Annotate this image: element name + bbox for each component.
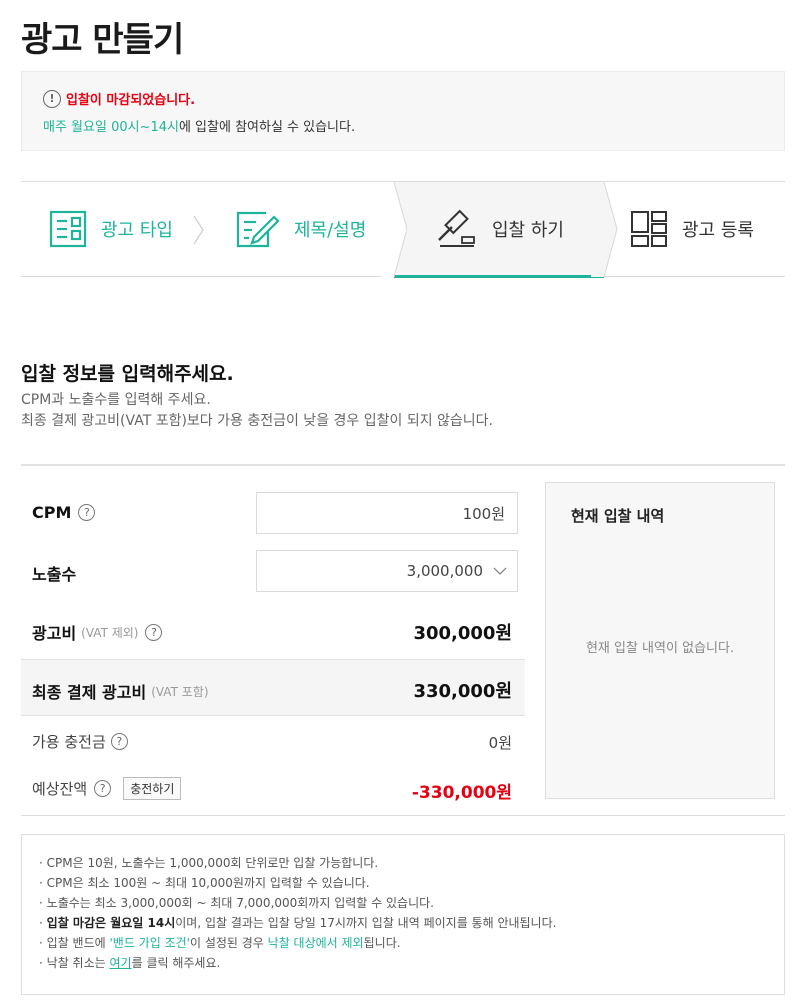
step-indicator: 광고 타입 제목/설명 입찰 하기 광고 등록 <box>21 181 785 278</box>
excluded-text: 낙찰 대상에서 제외 <box>267 936 364 951</box>
step-label-bid: 입찰 하기 <box>492 220 564 241</box>
impressions-select-value: 3,000,000 <box>406 562 483 580</box>
available-value: 0원 <box>488 734 512 752</box>
note-bullet: · <box>39 916 43 931</box>
alert-message: 매주 월요일 00시~14시에 입찰에 참여하실 수 있습니다. <box>43 116 355 135</box>
current-bid-empty: 현재 입찰 내역이 없습니다. <box>585 641 735 656</box>
ad-cost-label-text: 광고비 <box>32 624 77 643</box>
step-current-left-chevron <box>381 182 408 277</box>
note-bold: 입찰 마감은 월요일 14시 <box>46 916 176 931</box>
step-bid: 입찰 하기 <box>434 182 564 276</box>
section-desc-line1: CPM과 노출수를 입력해 주세요. <box>21 392 211 408</box>
impressions-label: 노출수 <box>32 561 76 585</box>
note-text: 됩니다. <box>363 936 401 951</box>
step-title-desc: 제목/설명 <box>236 182 366 276</box>
step-separator-chevron-1 <box>193 215 204 245</box>
final-cost-value: 330,000원 <box>413 681 512 702</box>
note-text: 입찰 밴드에 <box>46 936 110 951</box>
form-top-divider <box>21 464 785 466</box>
note-text: 이며, 입찰 결과는 입찰 당일 17시까지 입찰 내역 페이지를 통해 안내됩… <box>175 916 557 931</box>
note-item: · 입찰 밴드에 '밴드 가입 조건'이 설정된 경우 낙찰 대상에서 제외됩니… <box>39 933 784 953</box>
band-join-condition-text: '밴드 가입 조건' <box>109 936 190 951</box>
final-cost-label-text: 최종 결제 광고비 <box>32 683 147 702</box>
final-cost-vat-note: (VAT 포함) <box>151 684 209 699</box>
help-icon-balance[interactable]: ? <box>94 780 112 797</box>
cpm-input[interactable]: 100원 <box>256 492 518 534</box>
note-text: CPM은 최소 100원 ~ 최대 10,000원까지 입력할 수 있습니다. <box>46 876 370 891</box>
note-bullet: · <box>39 876 43 891</box>
note-text: 를 클릭 해주세요. <box>131 956 221 971</box>
bid-closed-alert: ! 입찰이 마감되었습니다. 매주 월요일 00시~14시에 입찰에 참여하실 … <box>21 71 785 151</box>
step-ad-type: 광고 타입 <box>49 182 173 276</box>
note-item: · CPM은 최소 100원 ~ 최대 10,000원까지 입력할 수 있습니다… <box>39 873 784 893</box>
charge-button[interactable]: 충전하기 <box>123 777 182 800</box>
available-label-text: 가용 충전금 <box>32 733 106 751</box>
help-icon-cpm[interactable]: ? <box>78 504 96 521</box>
section-title: 입찰 정보를 입력해주세요. <box>21 363 234 385</box>
note-text: 낙찰 취소는 <box>46 956 110 971</box>
ad-cost-vat-note: (VAT 제외) <box>81 625 139 640</box>
step-label-title-desc: 제목/설명 <box>294 220 367 241</box>
cancel-bid-link[interactable]: 여기 <box>110 956 132 970</box>
final-cost-label: 최종 결제 광고비 (VAT 포함) <box>32 679 209 703</box>
step-current-right-chevron <box>591 182 618 277</box>
section-desc: CPM과 노출수를 입력해 주세요. 최종 결제 광고비(VAT 포함)보다 가… <box>21 390 493 432</box>
alert-title: 입찰이 마감되었습니다. <box>66 93 196 108</box>
note-item: · CPM은 10원, 노출수는 1,000,000회 단위로만 입찰 가능합니… <box>39 853 784 873</box>
exclamation-circle-icon: ! <box>43 89 61 108</box>
note-text: CPM은 10원, 노출수는 1,000,000회 단위로만 입찰 가능합니다. <box>46 856 379 870</box>
current-bid-panel: 현재 입찰 내역 현재 입찰 내역이 없습니다. <box>545 482 775 799</box>
step-label-register: 광고 등록 <box>682 220 754 241</box>
help-icon-available[interactable]: ? <box>110 733 128 750</box>
impressions-label-text: 노출수 <box>32 565 77 584</box>
note-item: · 입찰 마감은 월요일 14시이며, 입찰 결과는 입찰 당일 17시까지 입… <box>39 913 784 933</box>
chevron-down-icon <box>493 567 507 575</box>
balance-label-text: 예상잔액 <box>32 780 88 798</box>
note-text: 이 설정된 경우 <box>189 936 268 951</box>
alert-message-rest: 에 입찰에 참여하실 수 있습니다. <box>178 120 356 135</box>
balance-label: 예상잔액 ? 충전하기 <box>32 777 182 800</box>
page-title: 광고 만들기 <box>21 20 184 60</box>
note-bullet: · <box>39 956 43 971</box>
help-icon-ad-cost[interactable]: ? <box>145 623 163 641</box>
section-desc-line2: 최종 결제 광고비(VAT 포함)보다 가용 충전금이 낮을 경우 입찰이 되지… <box>21 413 493 429</box>
current-bid-title: 현재 입찰 내역 <box>571 507 665 525</box>
note-text: 노출수는 최소 3,000,000회 ~ 최대 7,000,000회까지 입력할… <box>46 896 434 911</box>
edit-icon <box>236 211 280 248</box>
form-bottom-divider <box>21 815 785 816</box>
cpm-label: CPM ? <box>32 503 96 522</box>
impressions-select[interactable]: 3,000,000 <box>256 550 518 592</box>
ad-cost-value: 300,000원 <box>413 623 512 644</box>
ad-type-icon <box>49 210 87 248</box>
cpm-label-text: CPM <box>32 503 72 522</box>
alert-schedule: 매주 월요일 00시~14시 <box>43 120 179 135</box>
notes-box: · CPM은 10원, 노출수는 1,000,000회 단위로만 입찰 가능합니… <box>21 834 785 995</box>
cpm-input-value: 100원 <box>462 504 505 523</box>
balance-value: -330,000원 <box>411 783 512 803</box>
ad-cost-label: 광고비 (VAT 제외) ? <box>32 620 163 644</box>
gavel-icon <box>438 209 475 247</box>
note-bullet: · <box>39 896 43 911</box>
available-label: 가용 충전금 ? <box>32 731 128 752</box>
note-bullet: · <box>39 856 43 870</box>
note-item: · 노출수는 최소 3,000,000회 ~ 최대 7,000,000회까지 입… <box>39 893 784 913</box>
layout-grid-icon <box>631 211 667 247</box>
step-label-ad-type: 광고 타입 <box>101 220 173 241</box>
note-bullet: · <box>39 936 43 951</box>
step-register: 광고 등록 <box>630 182 754 276</box>
note-item: · 낙찰 취소는 여기를 클릭 해주세요. <box>39 953 784 973</box>
